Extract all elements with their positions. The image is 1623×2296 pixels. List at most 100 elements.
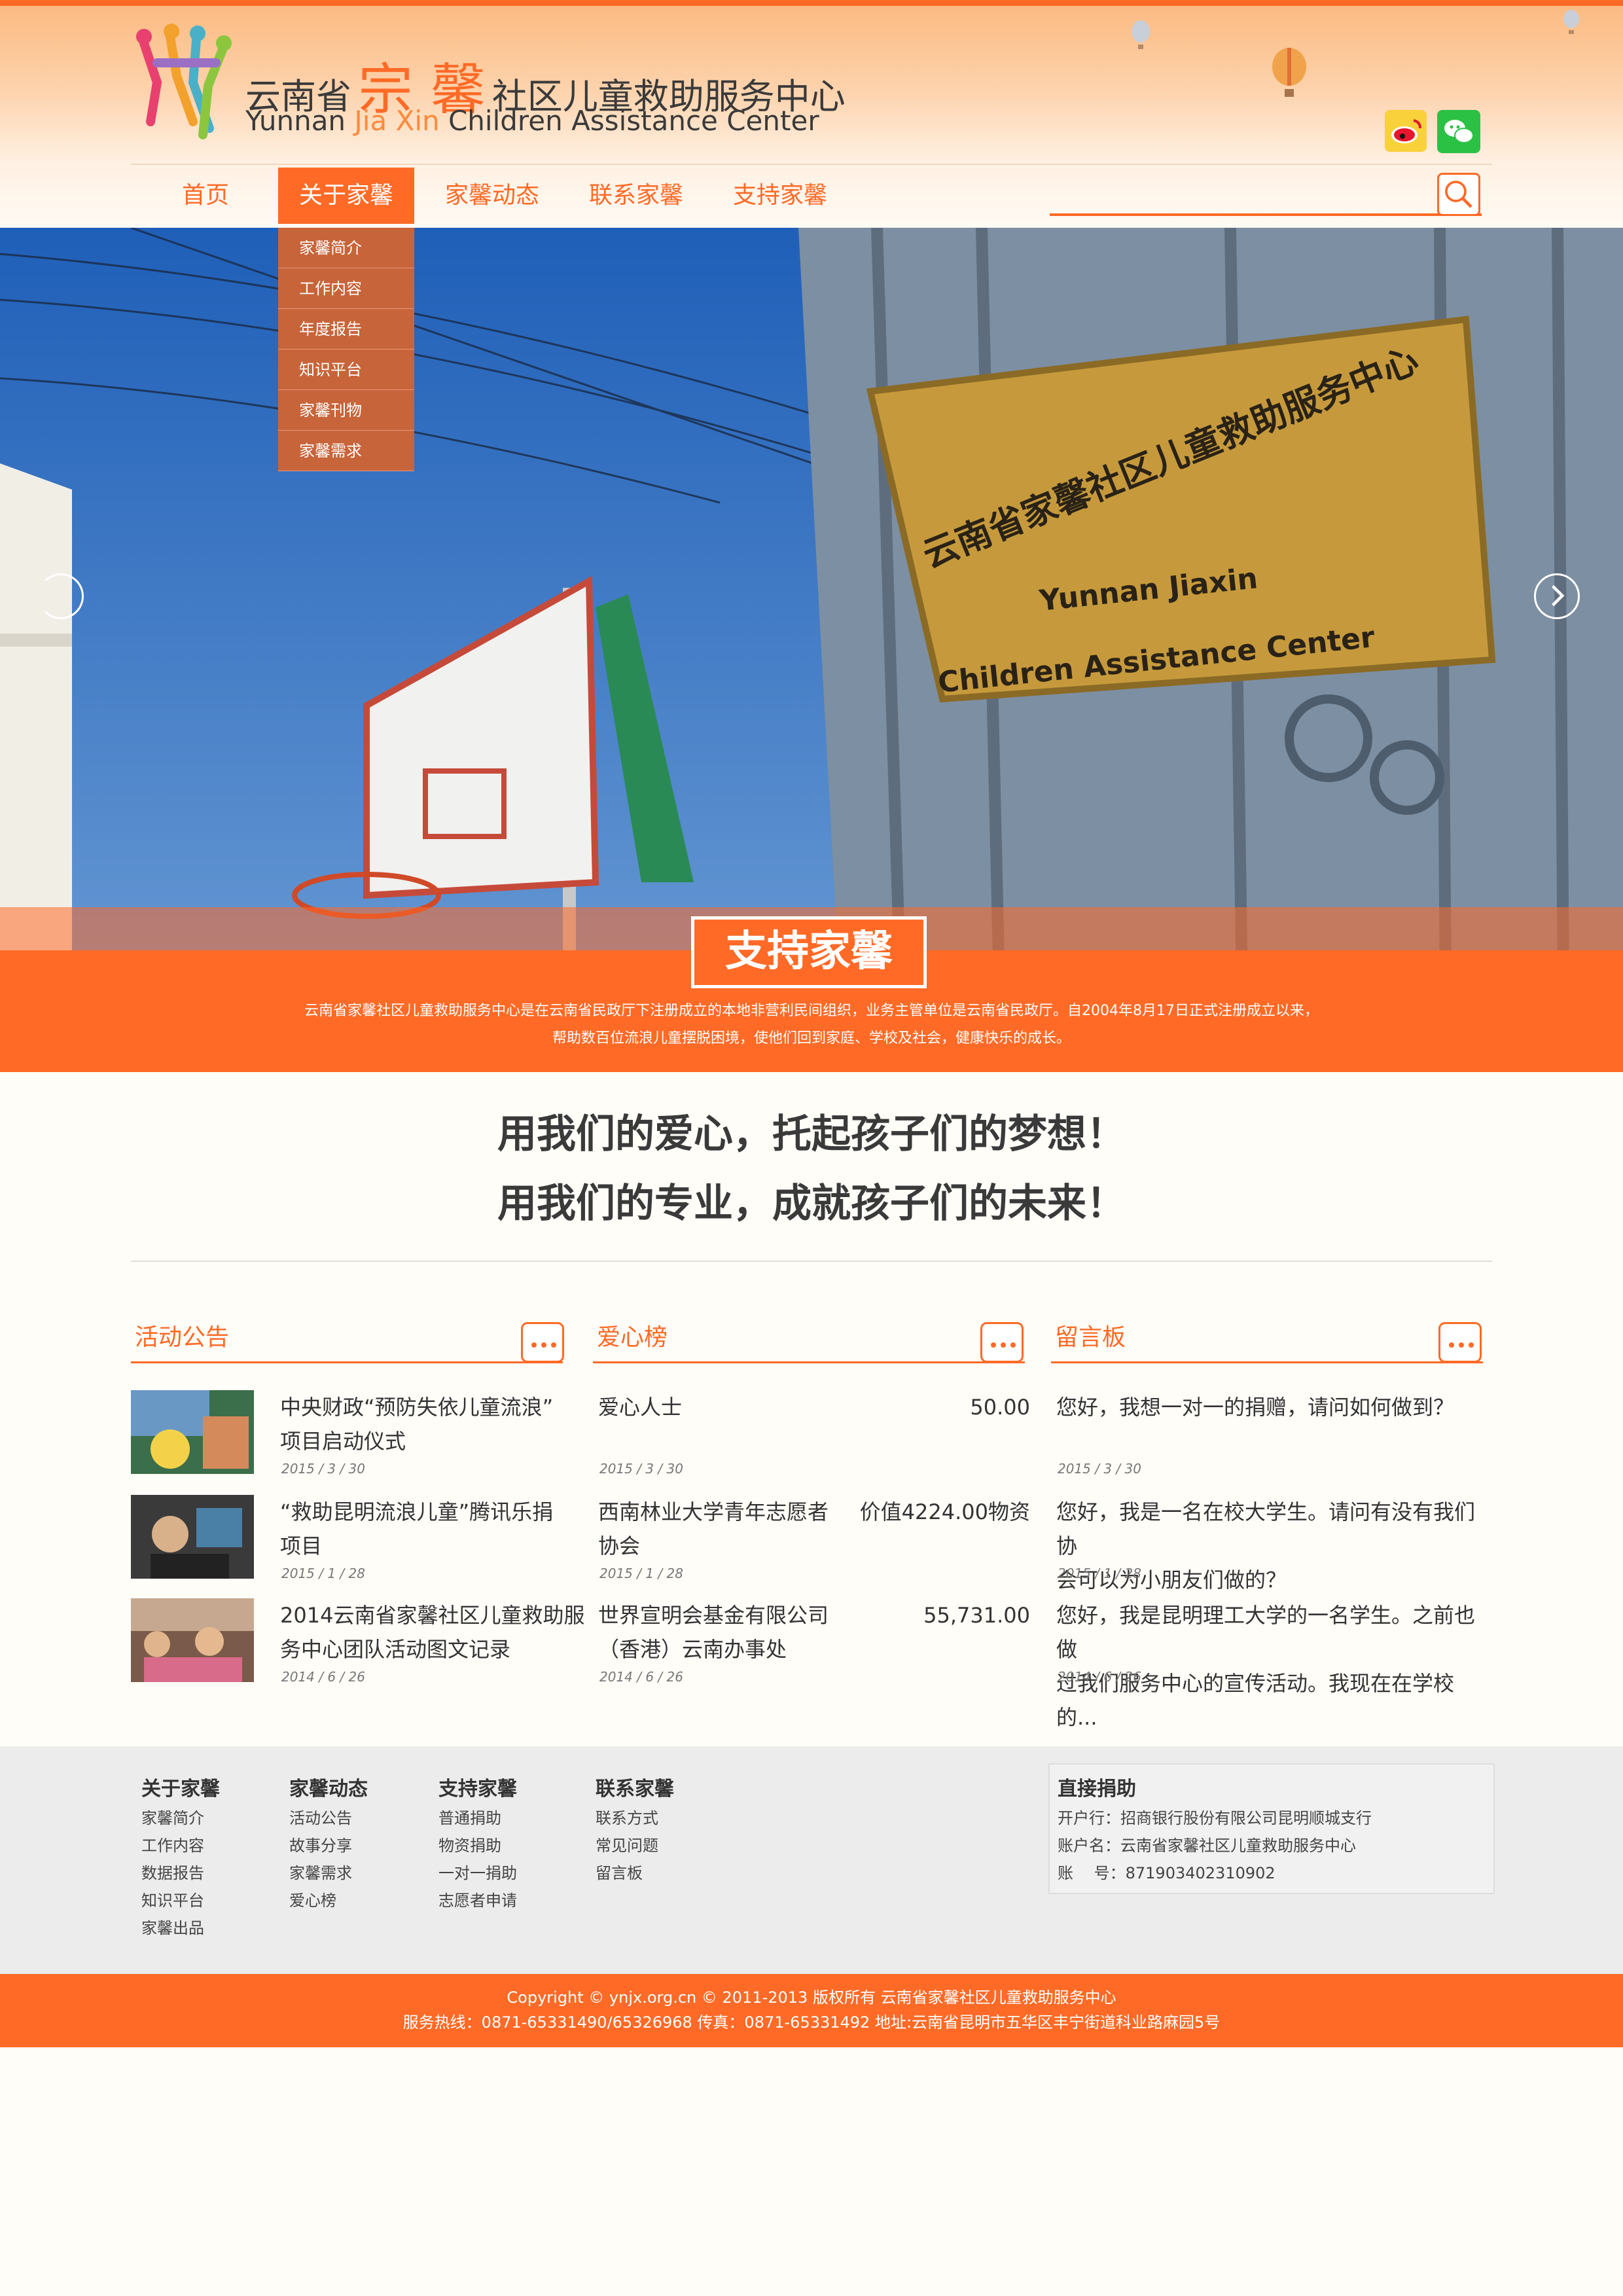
news-thumbnail[interactable]	[131, 1390, 254, 1474]
support-cta-button[interactable]: 支持家馨	[691, 916, 927, 988]
footer-col-title[interactable]: 关于家馨	[141, 1772, 220, 1801]
donors-more-button[interactable]	[980, 1322, 1024, 1363]
dropdown-item-publication[interactable]: 家馨刊物	[278, 390, 414, 431]
donation-title: 直接捐助	[1058, 1778, 1136, 1801]
brand-en-suffix: Children Assistance Center	[439, 105, 819, 137]
news-item-title-line: 项目启动仪式	[280, 1429, 406, 1454]
donor-name-line: 世界宣明会基金有限公司	[598, 1603, 829, 1628]
nav-contact[interactable]: 联系家馨	[576, 168, 696, 224]
chevron-right-icon	[1551, 584, 1565, 607]
donor-date: 2015 / 1 / 28	[599, 1566, 683, 1581]
footer-link[interactable]: 留言板	[596, 1860, 643, 1883]
donation-account-name: 账户名：云南省家馨社区儿童救助服务中心	[1058, 1837, 1356, 1855]
footer-link[interactable]: 普通捐助	[438, 1805, 501, 1828]
footer-link[interactable]: 联系方式	[596, 1805, 658, 1828]
donor-date: 2015 / 3 / 30	[599, 1461, 683, 1477]
footer-col-title[interactable]: 联系家馨	[596, 1772, 674, 1801]
carousel-prev-button[interactable]	[38, 573, 84, 619]
footer-link[interactable]: 爱心榜	[289, 1888, 336, 1910]
news-item-date: 2015 / 1 / 28	[281, 1566, 365, 1581]
wechat-icon[interactable]	[1437, 110, 1480, 153]
news-section-title[interactable]: 活动公告	[135, 1318, 229, 1352]
carousel-next-button[interactable]	[1534, 573, 1580, 619]
message-text-line: 您好，我是一名在校大学生。请问有没有我们协	[1056, 1499, 1476, 1558]
nav-support[interactable]: 支持家馨	[720, 168, 840, 224]
footer-link[interactable]: 故事分享	[289, 1833, 352, 1856]
donor-amount: 价值4224.00物资	[859, 1499, 1030, 1524]
message-text[interactable]: 您好，我想一对一的捐赠，请问如何做到？	[1056, 1390, 1488, 1424]
news-title-rule	[131, 1361, 563, 1363]
search-icon	[1445, 181, 1472, 208]
footer-link[interactable]: 常见问题	[596, 1833, 658, 1856]
donor-name: 世界宣明会基金有限公司 （香港）云南办事处	[598, 1598, 829, 1666]
message-date: 2015 / 1 / 28	[1058, 1566, 1141, 1581]
donation-account-number: 账 号：871903402310902	[1058, 1864, 1275, 1882]
footer-link[interactable]: 家馨出品	[141, 1915, 204, 1938]
news-item-title-line: 务中心团队活动图文记录	[280, 1637, 511, 1662]
top-accent-line	[0, 0, 1623, 6]
message-text[interactable]: 您好，我是昆明理工大学的一名学生。之前也做 过我们服务中心的宣传活动。我现在在学…	[1056, 1598, 1488, 1734]
logo-icon[interactable]	[131, 24, 236, 141]
weibo-icon[interactable]	[1385, 110, 1427, 152]
donor-amount: 55,731.00	[923, 1603, 1030, 1628]
message-text[interactable]: 您好，我是一名在校大学生。请问有没有我们协 会可以为小朋友们做的？	[1056, 1495, 1488, 1597]
copyright-bar: Copyright © ynjx.org.cn © 2011-2013 版权所有…	[0, 1974, 1623, 2047]
footer-col-title[interactable]: 支持家馨	[438, 1772, 517, 1801]
nav-divider	[131, 164, 1492, 165]
message-date: 2014 / 6 / 26	[1058, 1669, 1141, 1685]
brand-name-en: Yunnan Jia Xin Children Assistance Cente…	[245, 105, 819, 137]
footer-link[interactable]: 家馨简介	[141, 1805, 204, 1828]
news-more-button[interactable]	[521, 1322, 564, 1363]
footer-col-title[interactable]: 家馨动态	[289, 1772, 368, 1801]
dropdown-item-intro[interactable]: 家馨简介	[278, 228, 414, 268]
footer-link[interactable]: 知识平台	[141, 1888, 204, 1910]
messages-title-rule	[1051, 1361, 1483, 1363]
news-item-title-line: 中央财政“预防失依儿童流浪”	[280, 1395, 554, 1420]
news-item-title-line: “救助昆明流浪儿童”腾讯乐捐	[280, 1499, 554, 1524]
search-input[interactable]	[1050, 173, 1482, 216]
nav-about[interactable]: 关于家馨	[278, 168, 414, 224]
about-dropdown-menu: 家馨简介 工作内容 年度报告 知识平台 家馨刊物 家馨需求	[278, 228, 414, 471]
news-item-title-line: 项目	[280, 1534, 323, 1558]
banner-description: 云南省家馨社区儿童救助服务中心是在云南省民政厅下注册成立的本地非营利民间组织，业…	[131, 997, 1492, 1052]
footer-link[interactable]: 一对一捐助	[438, 1860, 517, 1883]
news-thumbnail[interactable]	[131, 1598, 254, 1682]
donor-amount: 50.00	[970, 1395, 1030, 1420]
footer-link[interactable]: 数据报告	[141, 1860, 204, 1883]
footer-link[interactable]: 活动公告	[289, 1805, 352, 1828]
footer-link[interactable]: 志愿者申请	[438, 1888, 517, 1910]
news-item-title[interactable]: “救助昆明流浪儿童”腾讯乐捐 项目	[280, 1495, 553, 1563]
brand-en-prefix: Yunnan	[245, 105, 355, 137]
balloon-icon	[1272, 48, 1306, 97]
slogan-1: 用我们的爱心，托起孩子们的梦想！	[497, 1111, 1126, 1157]
news-item-title[interactable]: 中央财政“预防失依儿童流浪” 项目启动仪式	[280, 1390, 553, 1458]
nav-news[interactable]: 家馨动态	[432, 168, 552, 224]
search-button[interactable]	[1437, 173, 1480, 216]
dropdown-item-work[interactable]: 工作内容	[278, 268, 414, 309]
news-item-title-line: 2014云南省家馨社区儿童救助服	[280, 1603, 585, 1628]
dropdown-item-knowledge[interactable]: 知识平台	[278, 350, 414, 390]
brand-en-highlight: Jia Xin	[354, 105, 440, 137]
balloon-icon	[1563, 10, 1579, 34]
footer-link[interactable]: 物资捐助	[438, 1833, 501, 1856]
nav-home[interactable]: 首页	[160, 168, 251, 224]
message-text-line: 您好，我是昆明理工大学的一名学生。之前也做	[1056, 1603, 1476, 1662]
footer-link[interactable]: 家馨需求	[289, 1860, 352, 1883]
news-item-date: 2015 / 3 / 30	[281, 1461, 365, 1477]
donors-title-rule	[593, 1361, 1025, 1363]
section-divider	[131, 1261, 1492, 1262]
donor-date: 2014 / 6 / 26	[599, 1669, 683, 1685]
news-thumbnail[interactable]	[131, 1495, 254, 1579]
messages-more-button[interactable]	[1438, 1322, 1482, 1363]
footer-link[interactable]: 工作内容	[141, 1833, 204, 1856]
donors-section-title[interactable]: 爱心榜	[597, 1318, 668, 1352]
messages-section-title[interactable]: 留言板	[1055, 1318, 1126, 1352]
dropdown-item-needs[interactable]: 家馨需求	[278, 431, 414, 471]
donor-name: 西南林业大学青年志愿者 协会	[598, 1495, 829, 1563]
balloon-icon	[1132, 20, 1150, 49]
banner-desc-line1: 云南省家馨社区儿童救助服务中心是在云南省民政厅下注册成立的本地非营利民间组织，业…	[304, 1003, 1319, 1019]
dropdown-item-annual-report[interactable]: 年度报告	[278, 309, 414, 350]
copyright-line: Copyright © ynjx.org.cn © 2011-2013 版权所有…	[507, 1988, 1116, 2007]
news-item-title[interactable]: 2014云南省家馨社区儿童救助服 务中心团队活动图文记录	[280, 1598, 584, 1666]
message-text-line: 您好，我想一对一的捐赠，请问如何做到？	[1056, 1395, 1455, 1420]
